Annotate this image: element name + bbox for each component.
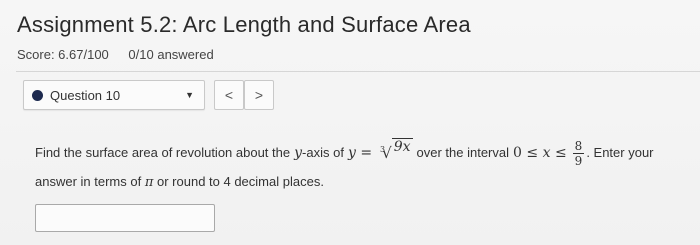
root-radicand: 9x xyxy=(391,138,413,155)
chevron-down-icon: ▼ xyxy=(185,90,194,100)
answered-count: 0/10 answered xyxy=(128,47,214,62)
fraction-denominator: 9 xyxy=(574,153,583,168)
next-question-button[interactable]: > xyxy=(244,80,274,110)
page-title: Assignment 5.2: Arc Length and Surface A… xyxy=(17,12,471,37)
prompt-text-axis: -axis of xyxy=(302,145,344,160)
question-line-1: Find the surface area of revolution abou… xyxy=(35,135,695,171)
axis-variable: y xyxy=(294,145,303,161)
question-dropdown-label: Question 10 xyxy=(50,87,121,103)
prompt-line2-end: or round to 4 decimal places. xyxy=(157,174,324,189)
previous-question-button[interactable]: < xyxy=(214,80,244,110)
upper-bound-fraction: 8 9 xyxy=(572,138,585,168)
answer-input[interactable] xyxy=(35,204,215,232)
score-text: Score: 6.67/100 xyxy=(17,47,109,62)
cube-root-expression: 3 √ 9x xyxy=(380,138,413,168)
question-status-icon xyxy=(32,89,43,101)
prompt-text-start: Find the surface area of revolution abou… xyxy=(35,145,291,160)
header-divider xyxy=(16,71,700,72)
equation-lhs: y xyxy=(347,145,356,161)
assignment-page: Assignment 5.2: Arc Length and Surface A… xyxy=(0,0,700,245)
prompt-line2-start: answer in terms of xyxy=(35,174,142,189)
leq-symbol-1: ≤ xyxy=(526,145,539,161)
interval-expression: 0 ≤ x ≤ xyxy=(513,138,567,168)
prompt-text-interval: over the interval xyxy=(416,145,510,160)
prompt-text-end: . Enter your xyxy=(586,145,654,160)
question-dropdown[interactable]: Question 10 ▼ xyxy=(23,80,205,110)
equation-equals: = xyxy=(360,145,373,161)
pi-symbol: π xyxy=(144,175,154,190)
equation: y = xyxy=(348,138,372,168)
fraction-numerator: 8 xyxy=(572,138,585,154)
question-line-2: answer in terms of π or round to 4 decim… xyxy=(35,167,695,198)
root-index: 3 xyxy=(380,145,386,154)
question-prompt: Find the surface area of revolution abou… xyxy=(35,135,695,198)
leq-symbol-2: ≤ xyxy=(554,145,567,161)
chevron-right-icon: > xyxy=(254,87,264,103)
chevron-left-icon: < xyxy=(224,87,234,103)
assignment-meta: Score: 6.67/100 0/10 answered xyxy=(17,47,214,62)
lower-bound: 0 xyxy=(513,145,522,161)
interval-variable: x xyxy=(542,145,551,161)
